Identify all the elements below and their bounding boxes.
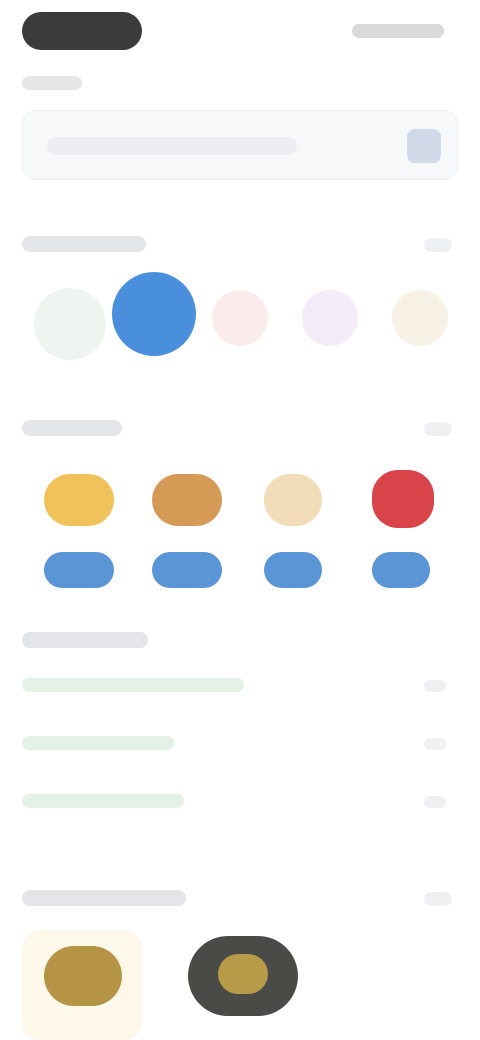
categories-title (22, 236, 146, 252)
trending-item-image-3[interactable] (264, 474, 322, 526)
bottom-section-title (22, 890, 186, 906)
search-input[interactable] (22, 110, 458, 180)
list-row-label-2[interactable] (22, 736, 174, 750)
trending-see-all[interactable] (424, 422, 452, 436)
list-section-title (22, 632, 148, 648)
category-chip-5[interactable] (392, 290, 448, 346)
trending-item-image-2[interactable] (152, 474, 222, 526)
list-row-count-1 (424, 680, 446, 692)
list-row-count-3 (424, 796, 446, 808)
trending-item-button-4[interactable] (372, 552, 430, 588)
trending-item-image-4[interactable] (372, 470, 434, 528)
header-pill-button[interactable] (22, 12, 142, 50)
category-chip-4[interactable] (302, 290, 358, 346)
trending-item-image-1[interactable] (44, 474, 114, 526)
search-placeholder (47, 137, 297, 155)
bottom-card-1-image (44, 946, 122, 1006)
list-row-label-1[interactable] (22, 678, 244, 692)
trending-item-button-1[interactable] (44, 552, 114, 588)
header-right-actions[interactable] (352, 24, 444, 38)
category-chip-1[interactable] (34, 288, 106, 360)
search-icon[interactable] (407, 129, 441, 163)
list-row-count-2 (424, 738, 446, 750)
bottom-card-2-food (218, 954, 268, 994)
bottom-card-2-image[interactable] (188, 936, 298, 1016)
trending-title (22, 420, 122, 436)
trending-item-button-2[interactable] (152, 552, 222, 588)
trending-item-button-3[interactable] (264, 552, 322, 588)
category-chip-3[interactable] (212, 290, 268, 346)
categories-see-all[interactable] (424, 238, 452, 252)
list-row-label-3[interactable] (22, 794, 184, 808)
bottom-section-see-all[interactable] (424, 892, 452, 906)
app-screen (0, 0, 480, 1040)
search-caption (22, 76, 82, 90)
category-chip-2-selected[interactable] (112, 272, 196, 356)
